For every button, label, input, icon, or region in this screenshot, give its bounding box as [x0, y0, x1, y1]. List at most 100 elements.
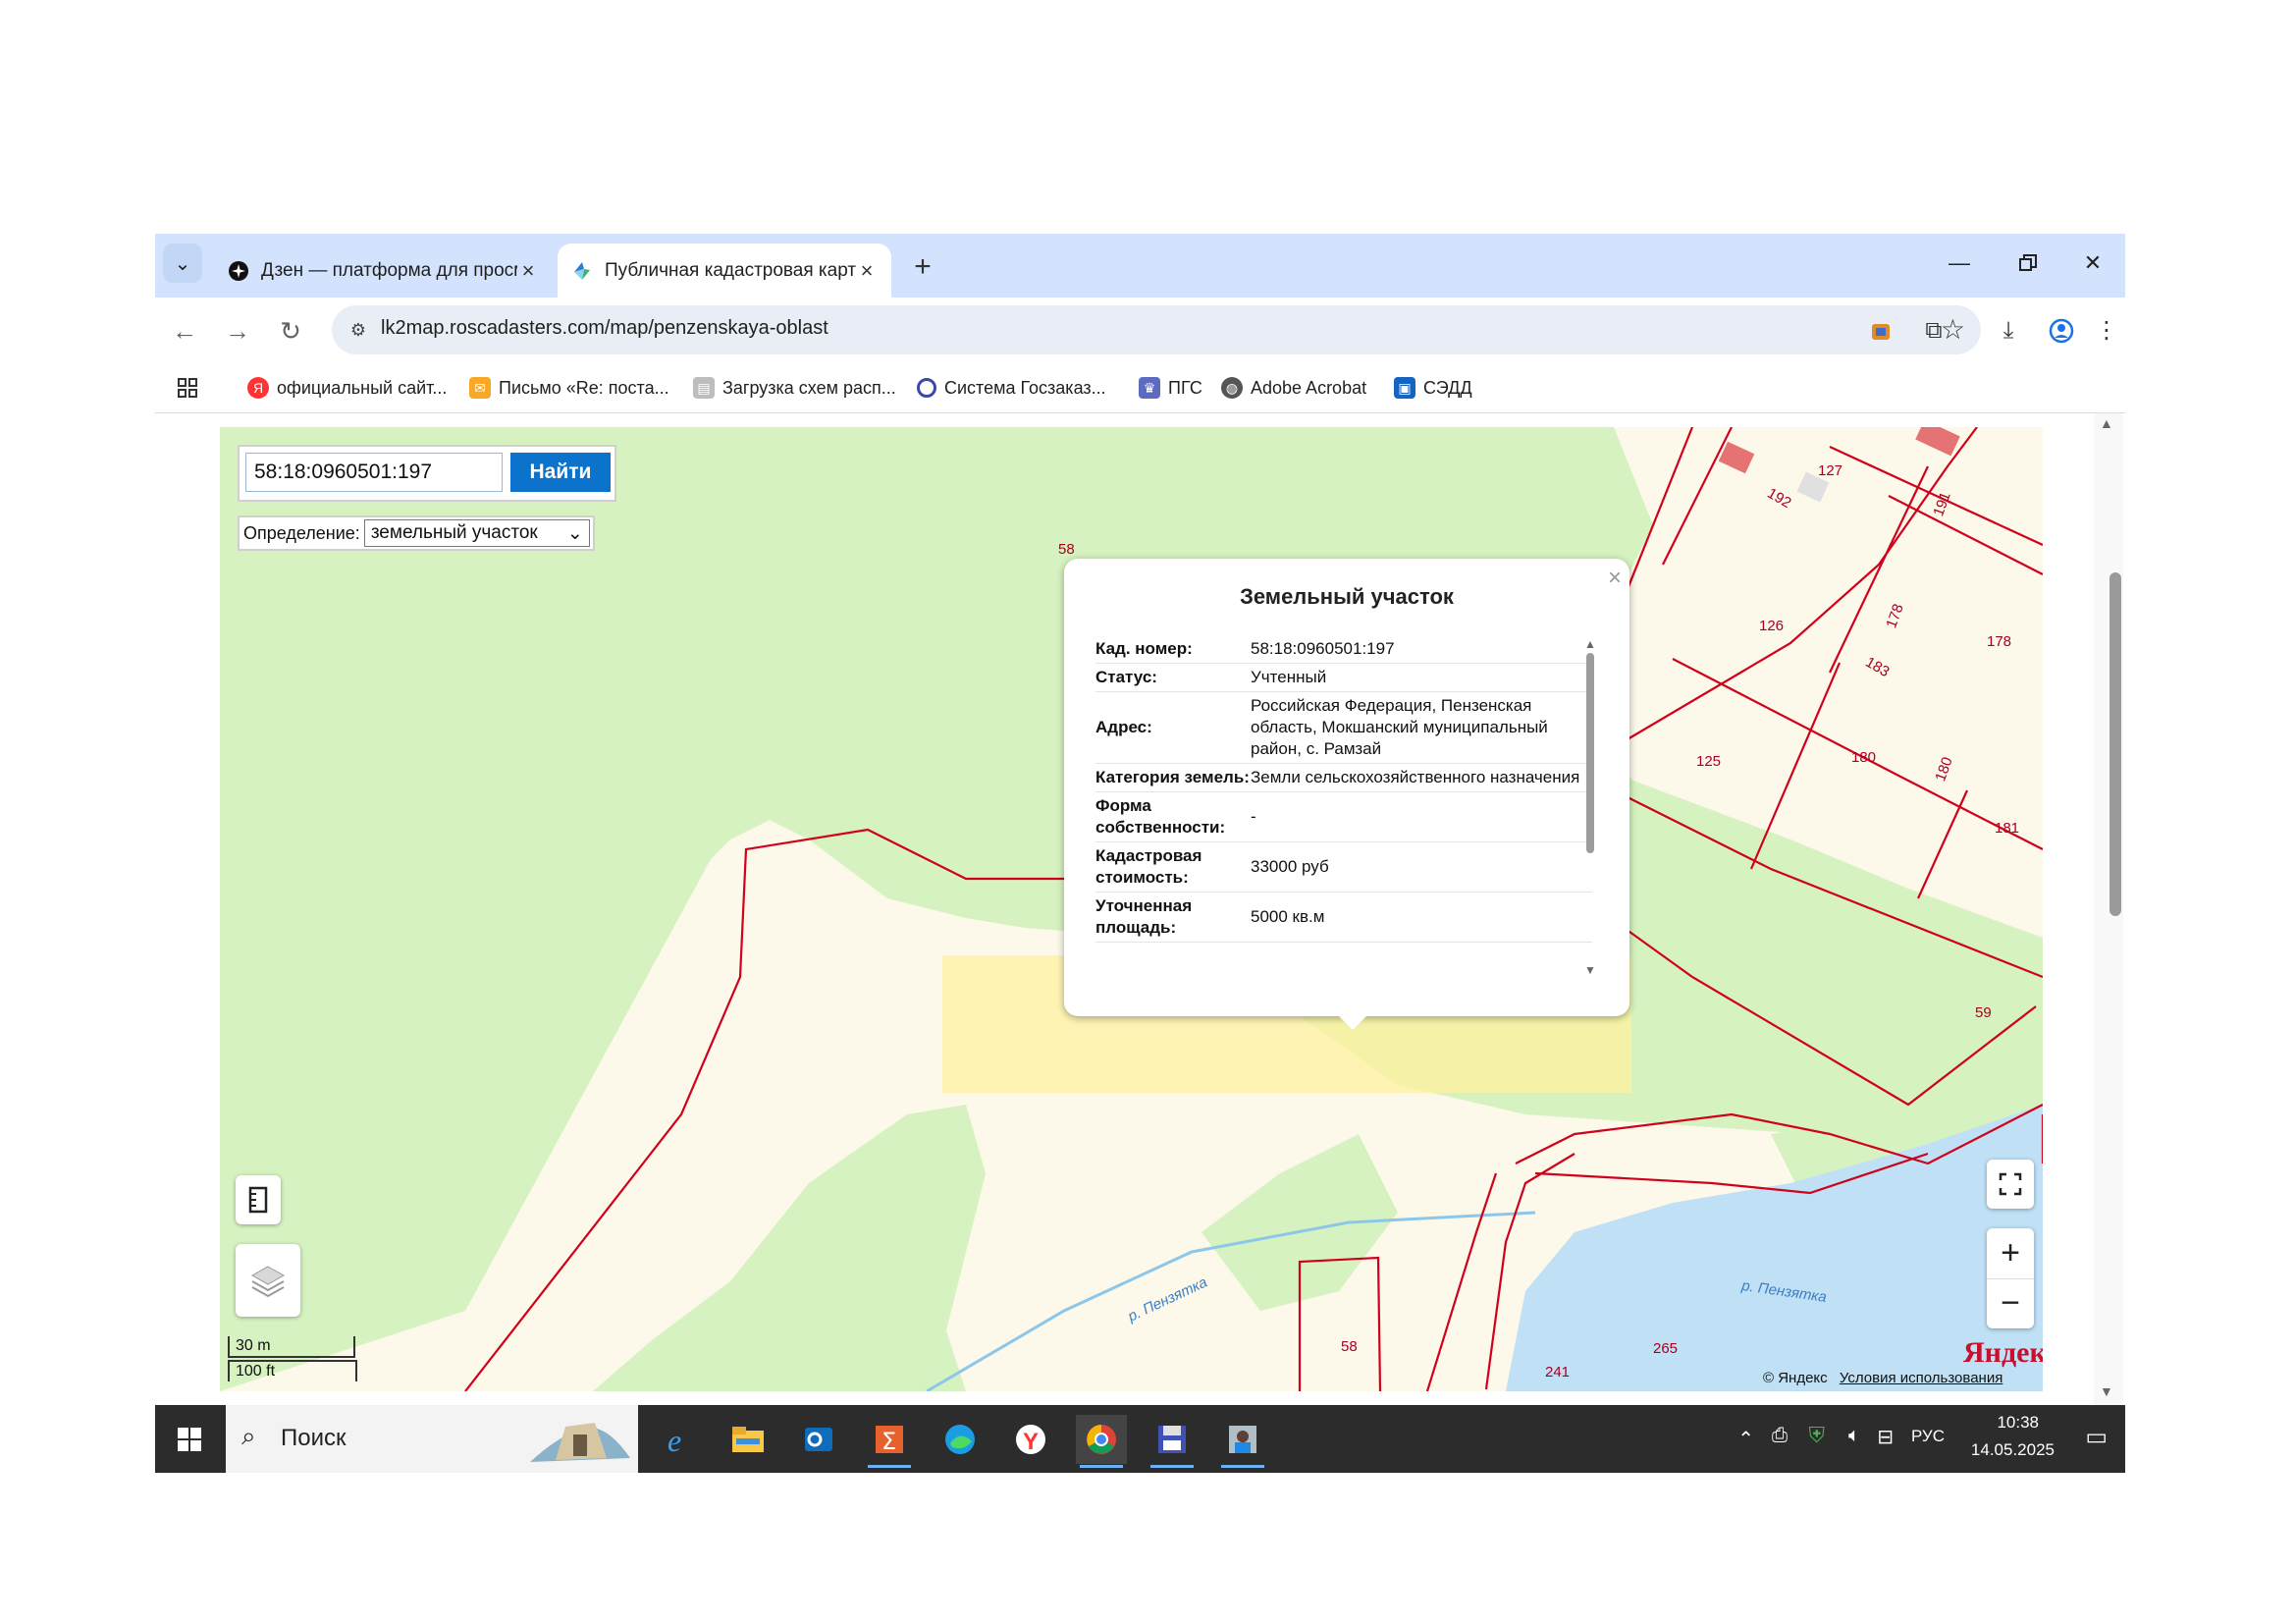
tab-cadastral-map[interactable]: Публичная кадастровая карта ×	[558, 244, 891, 298]
search-highlight-icon	[530, 1423, 630, 1462]
terms-link[interactable]: Условия использования	[1840, 1370, 2003, 1386]
windows-start-button[interactable]	[155, 1405, 224, 1473]
parcel-label: 59	[1975, 1004, 1992, 1021]
tab-search-icon[interactable]: ⌄	[163, 244, 202, 283]
chevron-down-icon: ⌄	[566, 522, 583, 544]
tab-dzen[interactable]: Дзен — платформа для просм ×	[214, 244, 553, 298]
globe-icon: ◍	[1221, 377, 1243, 399]
download-icon[interactable]: ⤓	[1989, 311, 2028, 351]
file-explorer-icon[interactable]	[722, 1415, 774, 1464]
scroll-up-icon[interactable]: ▲	[1584, 637, 1596, 651]
photo-viewer-icon[interactable]	[1217, 1415, 1268, 1468]
parcel-label: 178	[1987, 633, 2012, 650]
bookmark-label: Система Госзаказ...	[944, 377, 1106, 398]
extension-icon[interactable]	[1861, 311, 1900, 351]
tab-bar: ⌄ Дзен — платформа для просм × Публичная…	[155, 234, 2125, 298]
internet-explorer-icon[interactable]: e	[654, 1415, 705, 1464]
outlook-icon[interactable]	[793, 1415, 844, 1464]
ruler-button[interactable]	[236, 1175, 281, 1224]
table-row: Уточненная площадь: 5000 кв.м	[1095, 893, 1592, 943]
bookmark-label: официальный сайт...	[277, 377, 448, 398]
reload-icon[interactable]: ↻	[271, 311, 310, 351]
zoom-in-icon[interactable]: +	[1987, 1229, 2034, 1279]
definition-selector: Определение: земельный участок ⌄	[238, 515, 595, 551]
bookmark-label: Загрузка схем расп...	[722, 377, 896, 398]
restore-icon[interactable]	[1999, 242, 2057, 285]
meet-now-icon[interactable]: ⎙	[1772, 1425, 1788, 1447]
find-button[interactable]: Найти	[510, 453, 611, 492]
save-app-icon[interactable]	[1147, 1415, 1198, 1468]
close-icon[interactable]: ×	[856, 258, 878, 284]
bookmark-label: Письмо «Re: поста...	[499, 377, 669, 398]
parcel-label: 126	[1759, 618, 1785, 634]
network-icon[interactable]: ⊟	[1877, 1425, 1894, 1449]
zoom-out-icon[interactable]: −	[1987, 1279, 2034, 1328]
cadastral-number-input[interactable]	[245, 453, 503, 492]
bookmark-item[interactable]: ♛ ПГС	[1139, 375, 1202, 401]
bookmarks-bar: Я официальный сайт... ✉ Письмо «Re: пост…	[155, 363, 2125, 413]
parcel-label: 58	[1341, 1338, 1358, 1355]
active-indicator	[1080, 1465, 1123, 1468]
bookmark-item[interactable]: Система Госзаказ...	[917, 375, 1106, 401]
roscadasters-icon	[571, 260, 593, 282]
page-scroll-thumb[interactable]	[2109, 572, 2121, 916]
definition-select[interactable]: земельный участок ⌄	[363, 519, 590, 547]
back-icon[interactable]: ←	[165, 311, 204, 351]
apps-grid-icon[interactable]	[177, 375, 198, 401]
language-indicator[interactable]: РУС	[1911, 1427, 1945, 1446]
menu-icon[interactable]: ⋮	[2087, 311, 2125, 351]
definition-selected-value: земельный участок	[370, 522, 538, 543]
chevron-up-icon[interactable]: ⌃	[1737, 1427, 1754, 1451]
zoom-control: + −	[1987, 1228, 2034, 1328]
extensions-puzzle-icon[interactable]: ⧉	[1914, 311, 1953, 351]
table-row: Адрес: Российская Федерация, Пензенская …	[1095, 692, 1592, 764]
fullscreen-button[interactable]	[1987, 1160, 2034, 1209]
yandex-browser-icon[interactable]: Y	[1005, 1415, 1056, 1464]
row-key: Адрес:	[1095, 718, 1152, 736]
close-window-icon[interactable]: ✕	[2063, 242, 2122, 285]
scale-bar: 30 m 100 ft	[228, 1336, 357, 1385]
taskbar-search[interactable]: ⌕ Поиск	[226, 1405, 638, 1473]
antivirus-icon[interactable]: ⛨	[1808, 1423, 1825, 1448]
chrome-icon[interactable]	[1076, 1415, 1127, 1468]
notifications-icon[interactable]: ▭	[2085, 1423, 2108, 1451]
forward-icon[interactable]: →	[218, 311, 257, 351]
popup-scroll-thumb[interactable]	[1586, 653, 1594, 853]
bookmark-item[interactable]: ▤ Загрузка схем расп...	[693, 375, 896, 401]
clock-time[interactable]: 10:38	[1997, 1413, 2039, 1433]
parcel-info-table: Кад. номер: 58:18:0960501:197 Статус: Уч…	[1095, 635, 1592, 943]
tab-title: Дзен — платформа для просм	[261, 259, 517, 281]
parcel-label: 58	[1058, 541, 1075, 558]
bookmark-item[interactable]: ✉ Письмо «Re: поста...	[469, 375, 669, 401]
scroll-down-icon[interactable]: ▼	[1584, 963, 1596, 977]
bookmark-item[interactable]: ◍ Adobe Acrobat	[1221, 375, 1366, 401]
address-bar[interactable]: ⚙ lk2map.roscadasters.com/map/penzenskay…	[332, 305, 1981, 354]
url-text[interactable]: lk2map.roscadasters.com/map/penzenskaya-…	[381, 317, 828, 340]
popup-scrollbar[interactable]: ▲ ▼	[1584, 637, 1598, 981]
dzen-icon	[228, 260, 249, 282]
scroll-down-icon[interactable]: ▼	[2100, 1383, 2113, 1399]
row-value: -	[1251, 807, 1256, 826]
bookmark-item[interactable]: ▣ СЭДД	[1394, 375, 1472, 401]
table-row: Форма собственности: -	[1095, 792, 1592, 842]
popup-title: Земельный участок	[1240, 584, 1454, 609]
map[interactable]: 127 192 191 126 178 178 183 125 180 180 …	[220, 427, 2043, 1391]
site-settings-icon[interactable]: ⚙	[344, 315, 373, 345]
bookmark-item[interactable]: Я официальный сайт...	[247, 375, 447, 401]
clock-date[interactable]: 14.05.2025	[1971, 1440, 2055, 1460]
svg-text:Σ: Σ	[881, 1428, 896, 1455]
sigma-app-icon[interactable]: Σ	[864, 1415, 915, 1468]
scroll-up-icon[interactable]: ▲	[2100, 415, 2113, 431]
profile-icon[interactable]	[2042, 311, 2081, 351]
new-tab-icon[interactable]: +	[903, 247, 942, 287]
layers-button[interactable]	[236, 1244, 300, 1317]
row-value: 5000 кв.м	[1251, 907, 1325, 926]
volume-icon[interactable]: 🔈︎	[1848, 1425, 1860, 1447]
minimize-icon[interactable]: —	[1930, 242, 1989, 285]
mail-icon: ✉	[469, 377, 491, 399]
close-icon[interactable]: ×	[517, 258, 539, 284]
parcel-label: 181	[1995, 820, 2020, 837]
row-value: Учтенный	[1251, 668, 1327, 686]
fullscreen-icon	[1999, 1172, 2022, 1196]
edge-icon[interactable]	[934, 1415, 986, 1464]
